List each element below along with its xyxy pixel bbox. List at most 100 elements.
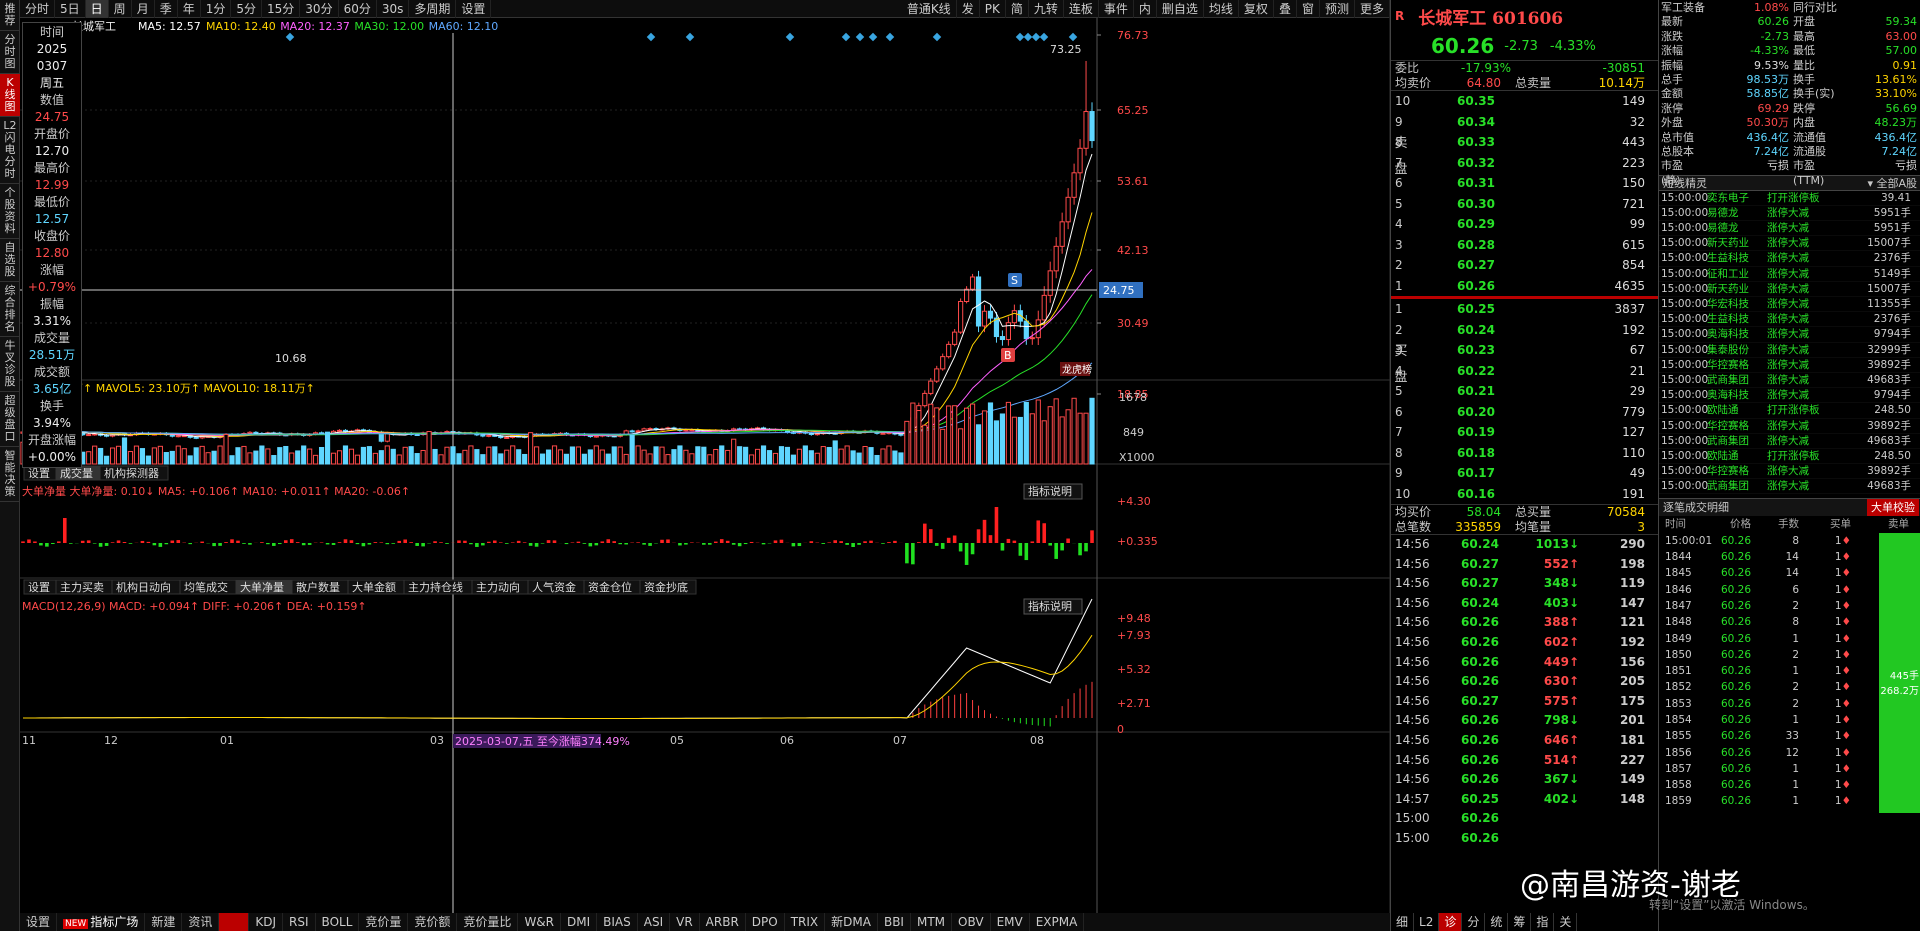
alert-row[interactable]: 15:00:00 易德龙 涨停大减 5951手 (1659, 206, 1920, 222)
period-button[interactable]: 60分 (339, 0, 377, 18)
alert-row[interactable]: 15:00:00 华控赛格 涨停大减 39892手 (1659, 419, 1920, 434)
indicator-tab[interactable]: 竞价量比 (457, 913, 519, 931)
big-order-check-button[interactable]: 大单校验 (1867, 499, 1919, 517)
left-tab[interactable]: 智能决策 (0, 447, 20, 502)
buy-book-row[interactable]: 5 60.21 29 (1391, 381, 1658, 402)
event-marker[interactable] (1031, 32, 1041, 42)
kline-chart-area[interactable]: 长城军工 MA5: 12.57 MA10: 12.40 MA20: 12.37 MA30… (20, 18, 1391, 913)
period-button[interactable]: 周 (109, 0, 132, 18)
left-tab[interactable]: 分时图 (0, 31, 20, 74)
tick-row[interactable]: 14:56 60.27 552↑ 198 (1391, 555, 1658, 575)
buy-book-row[interactable]: 2 60.24 192 (1391, 320, 1658, 341)
toolbar-action-button[interactable]: 连板 (1064, 0, 1099, 18)
event-marker[interactable] (285, 32, 295, 42)
period-button[interactable]: 月 (132, 0, 155, 18)
tick-row[interactable]: 15:00 60.26 (1391, 809, 1658, 829)
event-marker[interactable] (1015, 32, 1025, 42)
indicator-color-tab[interactable] (219, 913, 250, 931)
quote-tab-button[interactable]: 分 (1462, 913, 1486, 931)
toolbar-action-button[interactable]: PK (980, 0, 1006, 18)
indicator-tab[interactable]: MTM (911, 913, 953, 931)
left-tab[interactable]: K线图 (0, 74, 20, 117)
sell-book-row[interactable]: 3 60.28 615 (1391, 235, 1658, 256)
quote-tab-button[interactable]: 关 (1554, 913, 1578, 931)
indicator-tab[interactable]: 新DMA (825, 913, 878, 931)
indicator-tab[interactable]: BOLL (316, 913, 360, 931)
period-button[interactable]: 分时 (20, 0, 56, 18)
tick-row[interactable]: 14:56 60.27 575↑ 175 (1391, 692, 1658, 712)
indicator-tab[interactable]: 设置 (20, 913, 58, 931)
indicator-tab[interactable]: BBI (878, 913, 911, 931)
tick-row[interactable]: 14:56 60.26 630↑ 205 (1391, 672, 1658, 692)
toolbar-action-button[interactable]: 叠 (1274, 0, 1297, 18)
quote-tab-button[interactable]: 统 (1485, 913, 1509, 931)
indicator-tab[interactable]: OBV (952, 913, 991, 931)
toolbar-action-button[interactable]: 普通K线 (902, 0, 957, 18)
event-marker[interactable] (841, 32, 851, 42)
toolbar-action-button[interactable]: 删自选 (1157, 0, 1204, 18)
indicator-tab[interactable]: 竞价量 (359, 913, 409, 931)
sell-book-row[interactable]: 2 60.27 854 (1391, 255, 1658, 276)
left-tab[interactable]: 自选股 (0, 239, 20, 282)
toolbar-action-button[interactable]: 简 (1006, 0, 1029, 18)
event-marker[interactable] (1039, 32, 1049, 42)
tick-row[interactable]: 14:56 60.26 388↑ 121 (1391, 613, 1658, 633)
alert-row[interactable]: 15:00:00 奥海科技 涨停大减 9794手 (1659, 388, 1920, 404)
quote-tab-button[interactable]: 指 (1531, 913, 1555, 931)
period-button[interactable]: 5分 (231, 0, 263, 18)
sell-book-row[interactable]: 9 60.34 32 (1391, 112, 1658, 133)
alert-row[interactable]: 15:00:00 生益科技 涨停大减 2376手 (1659, 251, 1920, 267)
indicator-tab[interactable]: EXPMA (1030, 913, 1085, 931)
buy-book-row[interactable]: 1 60.25 3837 (1391, 299, 1658, 320)
sell-book-row[interactable]: 8 60.33 443 (1391, 132, 1658, 153)
buy-book-row[interactable]: 8 60.18 110 (1391, 443, 1658, 464)
indicator-tab[interactable]: BIAS (597, 913, 638, 931)
tick-row[interactable]: 14:56 60.26 514↑ 227 (1391, 751, 1658, 771)
alert-row[interactable]: 15:00:00 集泰股份 涨停大减 32999手 (1659, 343, 1920, 358)
sell-book-row[interactable]: 10 60.35 149 (1391, 91, 1658, 112)
period-button[interactable]: 设置 (456, 0, 492, 18)
sell-book-row[interactable]: 1 60.26 4635 (1391, 276, 1658, 297)
buy-book-row[interactable]: 3 60.23 67 (1391, 340, 1658, 361)
period-button[interactable]: 5日 (55, 0, 86, 18)
alert-row[interactable]: 15:00:00 奥海科技 涨停大减 9794手 (1659, 327, 1920, 343)
buy-book-row[interactable]: 4 60.22 21 (1391, 361, 1658, 382)
quote-tab-button[interactable]: 诊 (1439, 913, 1463, 931)
tick-row[interactable]: 14:56 60.24 1013↓ 290 (1391, 535, 1658, 555)
buy-book-row[interactable]: 10 60.16 191 (1391, 484, 1658, 505)
tick-row[interactable]: 14:56 60.24 403↓ 147 (1391, 594, 1658, 614)
tick-row[interactable]: 14:56 60.26 798↓ 201 (1391, 711, 1658, 731)
left-tab[interactable]: L2闪电分时 (0, 117, 20, 184)
indicator-tab[interactable]: EMV (991, 913, 1030, 931)
alert-row[interactable]: 15:00:00 武商集团 涨停大减 49683手 (1659, 373, 1920, 389)
alert-row[interactable]: 15:00:00 武商集团 涨停大减 49683手 (1659, 434, 1920, 449)
indicator-tab[interactable]: 竞价额 (408, 913, 458, 931)
buy-book-row[interactable]: 7 60.19 127 (1391, 422, 1658, 443)
indicator-tab[interactable]: W&R (518, 913, 561, 931)
tick-row[interactable]: 14:56 60.26 646↑ 181 (1391, 731, 1658, 751)
toolbar-action-button[interactable]: 事件 (1099, 0, 1134, 18)
alert-row[interactable]: 15:00:00 新天药业 涨停大减 15007手 (1659, 236, 1920, 252)
toolbar-action-button[interactable]: 九转 (1029, 0, 1064, 18)
toolbar-action-button[interactable]: 发 (957, 0, 980, 18)
event-marker[interactable] (785, 32, 795, 42)
toolbar-action-button[interactable]: 均线 (1204, 0, 1239, 18)
buy-book-row[interactable]: 9 60.17 49 (1391, 463, 1658, 484)
alert-row[interactable]: 15:00:00 欧陆通 打开涨停板 248.50 (1659, 449, 1920, 465)
tick-row[interactable]: 14:57 60.25 402↓ 148 (1391, 790, 1658, 810)
period-button[interactable]: 15分 (262, 0, 301, 18)
sell-book-row[interactable]: 6 60.31 150 (1391, 173, 1658, 194)
left-tab[interactable]: 牛叉诊股 (0, 337, 20, 392)
quote-tab-button[interactable]: 筹 (1508, 913, 1532, 931)
event-marker[interactable] (855, 32, 865, 42)
event-marker[interactable] (646, 32, 656, 42)
indicator-tab[interactable]: DMI (561, 913, 598, 931)
period-button[interactable]: 季 (155, 0, 178, 18)
left-tab[interactable]: 个股资料 (0, 184, 20, 239)
sell-book-row[interactable]: 7 60.32 223 (1391, 153, 1658, 174)
alert-row[interactable]: 15:00:00 华宏科技 涨停大减 11355手 (1659, 297, 1920, 313)
alert-row[interactable]: 15:00:00 武商集团 涨停大减 49683手 (1659, 479, 1920, 495)
alert-row[interactable]: 15:00:00 征和工业 涨停大减 5149手 (1659, 267, 1920, 282)
left-tab[interactable]: 超级盘口 (0, 392, 20, 447)
alert-row[interactable]: 15:00:00 华控赛格 涨停大减 39892手 (1659, 464, 1920, 480)
